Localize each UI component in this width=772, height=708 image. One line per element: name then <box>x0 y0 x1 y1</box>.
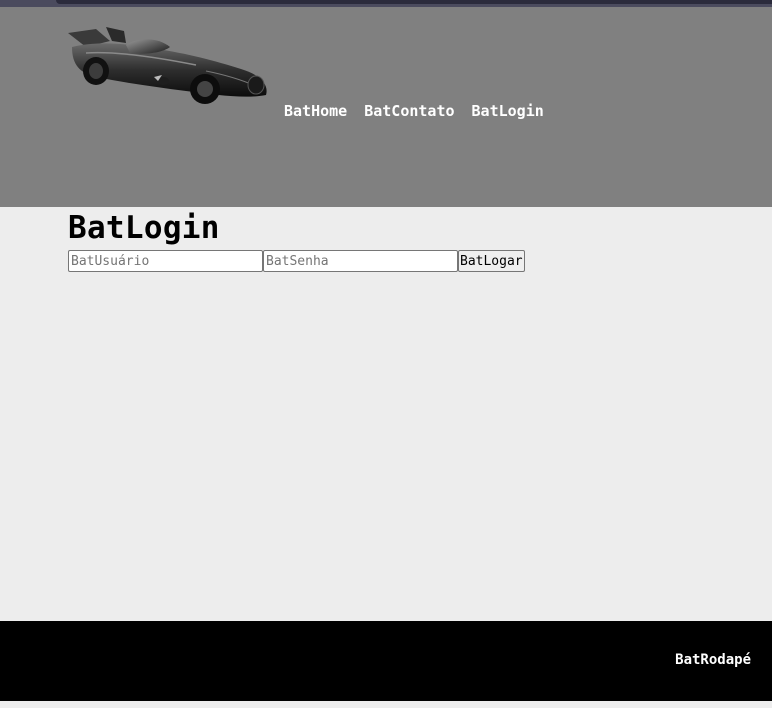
page-title: BatLogin <box>68 210 220 246</box>
login-form: BatLogar <box>68 250 525 272</box>
footer-text: BatRodapé <box>675 652 751 668</box>
nav-link-bathome[interactable]: BatHome <box>284 102 347 120</box>
main-content: BatLogin BatLogar <box>0 207 772 621</box>
browser-top-strip <box>0 0 772 7</box>
nav-link-batlogin[interactable]: BatLogin <box>472 102 544 120</box>
nav-link-batcontato[interactable]: BatContato <box>364 102 454 120</box>
bottom-strip <box>0 701 772 708</box>
login-button[interactable]: BatLogar <box>458 250 525 272</box>
username-input[interactable] <box>68 250 263 272</box>
password-input[interactable] <box>263 250 458 272</box>
main-nav: BatHome BatContato BatLogin <box>284 102 544 120</box>
batmobile-logo-icon <box>68 27 267 104</box>
site-header: BatHome BatContato BatLogin <box>0 7 772 207</box>
site-footer: BatRodapé <box>0 621 772 701</box>
browser-tab-edge <box>56 0 772 4</box>
